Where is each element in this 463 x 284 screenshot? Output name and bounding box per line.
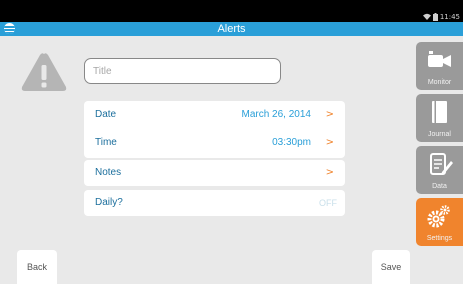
video-camera-icon	[428, 51, 451, 67]
time-row[interactable]: Time 03:30pm >	[84, 130, 345, 156]
tab-data[interactable]: Data	[416, 146, 463, 194]
time-value: 03:30pm	[272, 137, 311, 148]
data-edit-icon	[430, 153, 453, 175]
tab-monitor[interactable]: Monitor	[416, 42, 463, 90]
back-button[interactable]: Back	[17, 250, 57, 284]
tab-settings-label: Settings	[426, 235, 453, 242]
date-label: Date	[95, 109, 117, 120]
title-bar: Alerts	[0, 22, 463, 36]
daily-row: Daily? OFF	[84, 190, 345, 216]
chevron-right-icon: >	[325, 137, 334, 148]
gears-icon	[427, 205, 450, 228]
tab-monitor-label: Monitor	[427, 79, 452, 86]
chevron-right-icon: >	[325, 167, 334, 178]
tab-data-label: Data	[432, 183, 447, 190]
status-time: 11:45	[439, 12, 460, 21]
notes-row[interactable]: Notes >	[84, 160, 345, 186]
tab-journal[interactable]: Journal	[416, 94, 463, 142]
date-time-card: Date March 26, 2014 > Time 03:30pm >	[84, 101, 345, 158]
tab-journal-label: Journal	[428, 131, 451, 138]
page-title: Alerts	[217, 23, 246, 35]
daily-label: Daily?	[95, 197, 123, 208]
date-value: March 26, 2014	[241, 109, 312, 120]
journal-icon	[432, 101, 447, 123]
daily-toggle[interactable]: OFF	[319, 190, 337, 216]
daily-card: Daily? OFF	[84, 190, 345, 216]
status-bar: 11:45	[0, 0, 463, 22]
time-label: Time	[95, 137, 117, 148]
tab-settings[interactable]: Settings	[416, 198, 463, 246]
status-icons: 11:45	[422, 11, 460, 22]
wifi-icon	[422, 13, 431, 20]
battery-icon	[432, 12, 438, 21]
warning-triangle-icon	[21, 53, 67, 91]
title-input[interactable]	[84, 58, 281, 84]
date-row[interactable]: Date March 26, 2014 >	[84, 102, 345, 128]
notes-card: Notes >	[84, 160, 345, 186]
chevron-right-icon: >	[325, 109, 334, 120]
notes-label: Notes	[95, 167, 122, 178]
save-button[interactable]: Save	[372, 250, 410, 284]
